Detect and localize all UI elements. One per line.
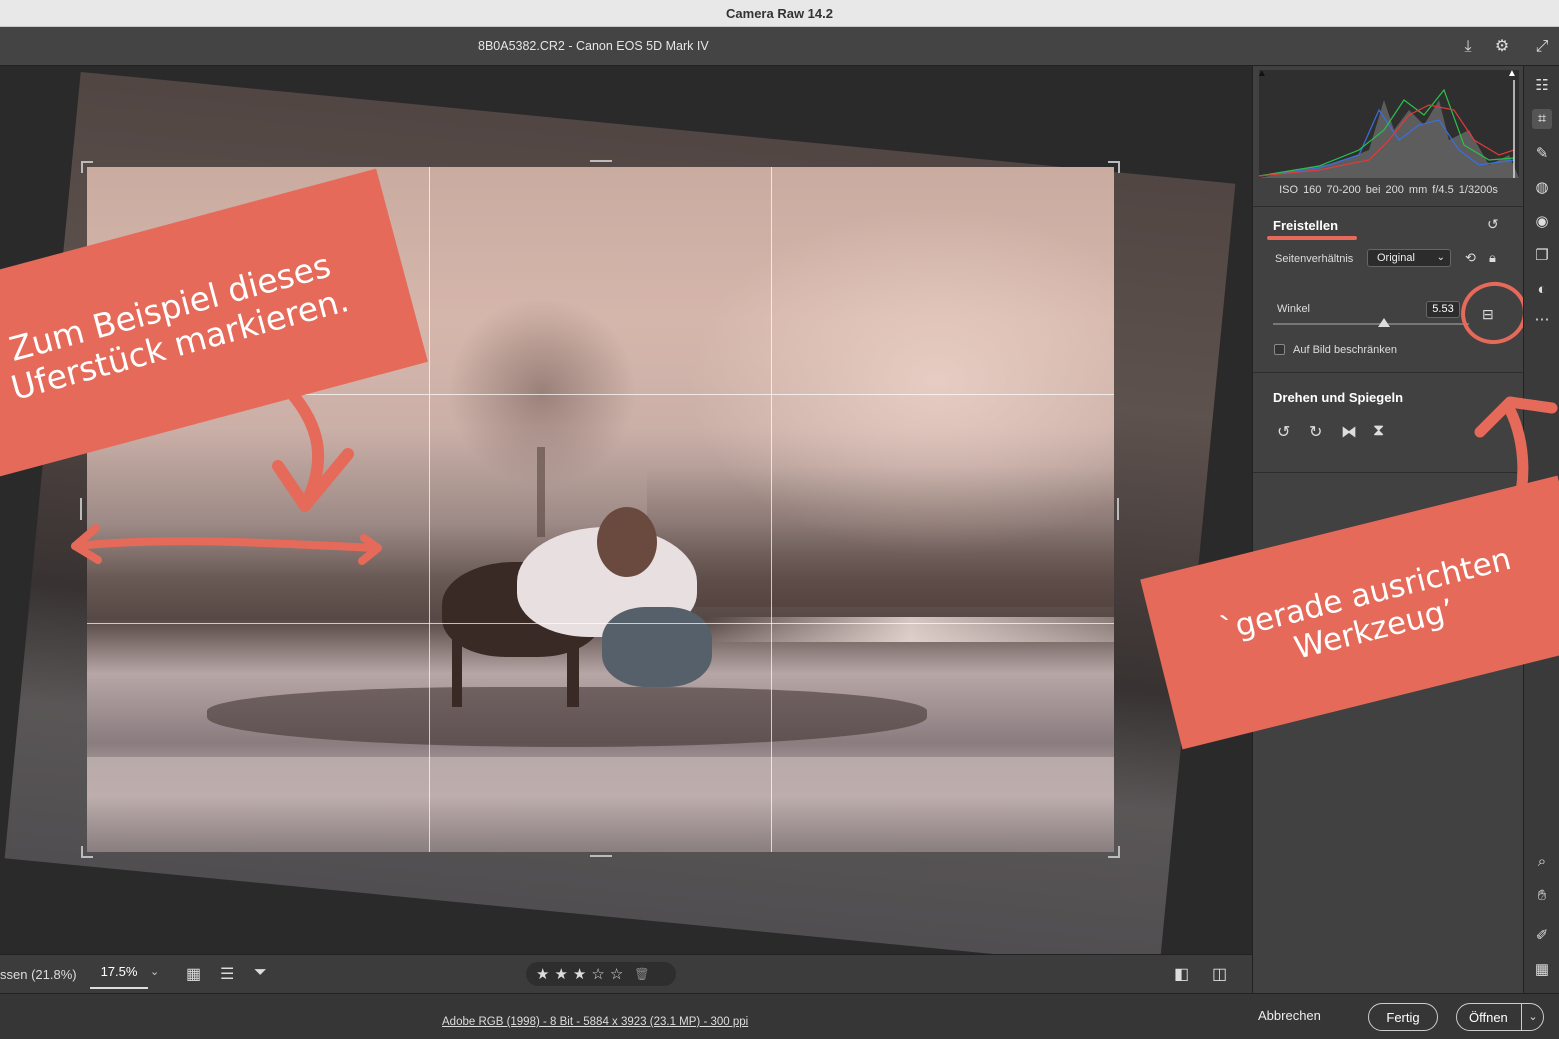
chevron-down-icon[interactable]: ⌄	[150, 965, 159, 978]
healing-icon[interactable]: ✎	[1532, 144, 1552, 164]
rotate-left-icon[interactable]: ↺	[1277, 422, 1290, 442]
camera-info: ISO 160 70-200 bei 200 mm f/4.5 1/3200s	[1279, 184, 1498, 196]
constrain-checkbox[interactable]	[1274, 344, 1285, 355]
reset-icon[interactable]: ↺	[1487, 216, 1499, 233]
star-icon[interactable]: ☆	[610, 965, 623, 983]
canvas-toolbar: ssen (21.8%) 17.5% ⌄ ▦ ☰ ⏷ ★ ★ ★ ☆ ☆ 🗑 ◧…	[0, 954, 1252, 993]
document-header: 8B0A5382.CR2 - Canon EOS 5D Mark IV ⤓ ⚙ …	[0, 27, 1559, 66]
chevron-down-icon: ⌄	[1436, 252, 1445, 263]
hand-icon[interactable]: ✋︎	[1532, 886, 1552, 906]
window-title: Camera Raw 14.2	[726, 5, 833, 21]
chevron-down-icon[interactable]: ⌄	[1521, 1003, 1544, 1031]
grid-overlay-icon[interactable]: ▦	[1532, 960, 1552, 980]
histogram	[1258, 70, 1519, 178]
crop-section-title[interactable]: Freistellen	[1273, 218, 1338, 233]
expand-icon[interactable]: ⤢	[1532, 37, 1552, 57]
color-sampler-icon[interactable]: ✐	[1532, 926, 1552, 946]
gear-icon[interactable]: ⚙	[1492, 37, 1512, 57]
footer-bar: Adobe RGB (1998) - 8 Bit - 5884 x 3923 (…	[0, 993, 1559, 1039]
window-title-bar: Camera Raw 14.2	[0, 0, 1559, 27]
star-icon[interactable]: ★	[536, 965, 549, 983]
mask-icon[interactable]: ◍	[1532, 178, 1552, 198]
red-eye-icon[interactable]: ◉	[1532, 212, 1552, 232]
before-after-icon[interactable]: ◫	[1212, 964, 1227, 984]
star-icon[interactable]: ☆	[591, 965, 604, 983]
done-button[interactable]: Fertig	[1368, 1003, 1438, 1031]
aspect-ratio-value: Original	[1377, 252, 1415, 264]
image-canvas[interactable]: Zum Beispiel dieses Uferstück markieren.	[0, 66, 1252, 954]
save-icon[interactable]: ⤓	[1458, 37, 1478, 57]
zoom-level[interactable]: 17.5%	[90, 959, 148, 989]
angle-slider-track[interactable]	[1273, 323, 1469, 325]
divider	[1253, 372, 1524, 373]
cancel-button[interactable]: Abbrechen	[1258, 1008, 1321, 1023]
angle-label: Winkel	[1277, 303, 1311, 315]
annotation-underline	[1267, 236, 1357, 240]
aspect-ratio-select[interactable]: Original ⌄	[1367, 249, 1451, 267]
crop-tool-icon[interactable]: ⌗	[1532, 109, 1552, 129]
lock-icon[interactable]: 🔒︎	[1489, 250, 1496, 266]
zoom-icon[interactable]: ⌕	[1532, 852, 1552, 872]
filter-icon[interactable]: ⏷	[254, 964, 267, 982]
angle-slider-thumb[interactable]	[1378, 318, 1390, 327]
flip-horizontal-icon[interactable]: ⧓	[1341, 422, 1357, 442]
shadow-clipping-icon[interactable]: ▲	[1257, 68, 1269, 79]
rotate-section-title[interactable]: Drehen und Spiegeln	[1273, 390, 1403, 405]
file-name: 8B0A5382.CR2 - Canon EOS 5D Mark IV	[478, 39, 709, 53]
workflow-options-link[interactable]: Adobe RGB (1998) - 8 Bit - 5884 x 3923 (…	[442, 1016, 748, 1028]
snapshots-icon[interactable]: ❐	[1532, 246, 1552, 266]
sort-icon[interactable]: ☰	[220, 964, 234, 984]
trash-icon[interactable]: 🗑	[634, 967, 649, 981]
aspect-label: Seitenverhältnis	[1275, 253, 1354, 265]
more-icon[interactable]: ⋯	[1532, 310, 1552, 330]
star-icon[interactable]: ★	[554, 965, 567, 983]
rotate-right-icon[interactable]: ↻	[1309, 422, 1322, 442]
highlight-clipping-icon[interactable]: ▲	[1507, 68, 1519, 79]
view-mode-icon[interactable]: ◧	[1174, 964, 1189, 984]
zoom-fit-label[interactable]: ssen (21.8%)	[0, 967, 77, 982]
edit-sliders-icon[interactable]: ☷	[1532, 76, 1552, 96]
image-settings-icon[interactable]: ▦	[186, 964, 201, 984]
histogram-graph	[1258, 80, 1519, 178]
presets-icon[interactable]: ◐	[1532, 280, 1552, 300]
annotation-circle	[1456, 276, 1532, 350]
rotate-crop-icon[interactable]: ⟲	[1465, 250, 1476, 266]
star-icon[interactable]: ★	[573, 965, 586, 983]
constrain-label: Auf Bild beschränken	[1293, 344, 1397, 356]
divider	[1253, 206, 1524, 207]
star-rating: ★ ★ ★ ☆ ☆ 🗑	[526, 962, 676, 986]
annotation-arrows	[71, 365, 382, 565]
flip-vertical-icon[interactable]: ⧗	[1373, 422, 1384, 440]
angle-input[interactable]: 5.53	[1426, 301, 1460, 318]
